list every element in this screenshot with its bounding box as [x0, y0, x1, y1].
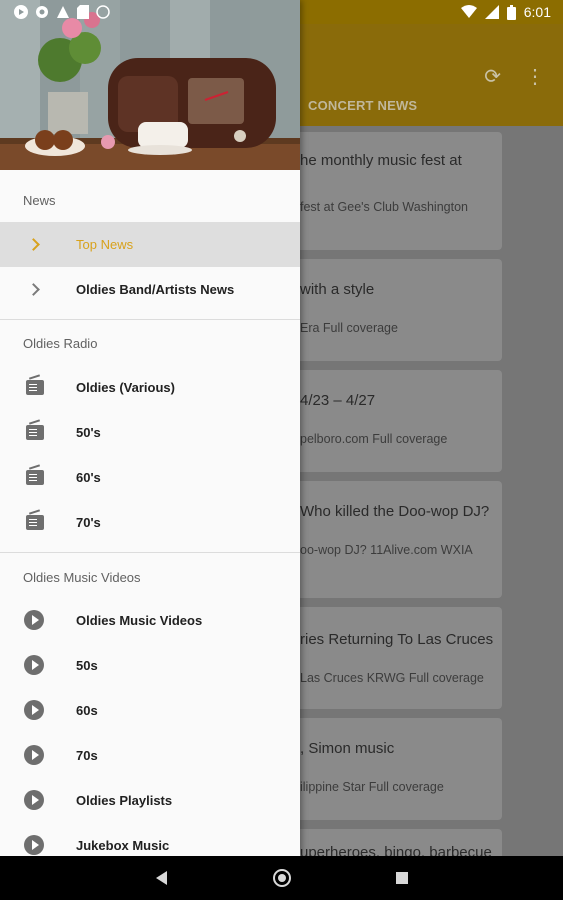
- home-icon[interactable]: [273, 869, 291, 887]
- news-card-title: 4/23 – 4/27: [300, 392, 376, 409]
- system-nav-bar: [0, 856, 563, 900]
- status-icons: 6:01: [460, 0, 551, 24]
- drawer-item-top-news[interactable]: Top News: [0, 222, 300, 267]
- play-circle-icon: [24, 790, 46, 812]
- more-vert-icon[interactable]: ⋮: [525, 64, 545, 89]
- play-circle-icon: [24, 655, 46, 677]
- drawer-item-label: 60's: [76, 470, 101, 485]
- news-card-title: Who killed the Doo-wop DJ?: [300, 503, 490, 520]
- wifi-icon: [460, 5, 477, 18]
- back-icon[interactable]: [156, 871, 167, 885]
- news-card-title: he monthly music fest at: [300, 152, 462, 169]
- radio-icon: [24, 467, 46, 489]
- drawer-item-radio-70s[interactable]: 70's: [0, 500, 300, 545]
- battery-icon: [506, 4, 516, 20]
- status-time: 6:01: [523, 4, 551, 20]
- radio-icon: [24, 512, 46, 534]
- play-circle-icon: [24, 700, 46, 722]
- drawer-item-label: Jukebox Music: [76, 838, 170, 853]
- drawer-header-image: [0, 0, 300, 170]
- news-card-title: , Simon music: [300, 740, 395, 757]
- drawer-item-videos-70s[interactable]: 70s: [0, 733, 300, 778]
- chevron-right-icon: [24, 234, 46, 256]
- drawer-item-label: 60s: [76, 703, 98, 718]
- news-card-source: oo-wop DJ? 11Alive.com WXIA: [300, 543, 473, 557]
- recents-icon[interactable]: [396, 872, 408, 884]
- circle-notification-icon: [96, 5, 110, 19]
- news-card-source: Las Cruces KRWG Full coverage: [300, 671, 484, 685]
- news-card-source: pelboro.com Full coverage: [300, 432, 448, 446]
- tab-concert-news[interactable]: CONCERT NEWS: [308, 98, 417, 113]
- sd-card-notification-icon: [77, 5, 89, 19]
- drawer-item-videos-60s[interactable]: 60s: [0, 688, 300, 733]
- play-circle-icon: [24, 835, 46, 856]
- drawer-item-oldies-music-videos[interactable]: Oldies Music Videos: [0, 598, 300, 643]
- news-card-title: ries Returning To Las Cruces: [300, 631, 494, 648]
- settings-notification-icon: [36, 6, 48, 18]
- signal-icon: [484, 5, 499, 19]
- play-circle-icon: [24, 610, 46, 632]
- news-card-title: uperheroes, bingo, barbecue: [300, 844, 492, 856]
- drawer-item-label: Oldies Music Videos: [76, 613, 203, 628]
- drawer-item-oldies-playlists[interactable]: Oldies Playlists: [0, 778, 300, 823]
- news-card-source: Era Full coverage: [300, 321, 398, 335]
- drawer-item-videos-50s[interactable]: 50s: [0, 643, 300, 688]
- drawer-item-label: 50s: [76, 658, 98, 673]
- divider: [0, 552, 300, 553]
- drawer-item-label: Oldies Playlists: [76, 793, 173, 808]
- drawer-item-label: 50's: [76, 425, 101, 440]
- section-title-oldies-music-videos: Oldies Music Videos: [23, 570, 141, 585]
- drawer-item-jukebox-music[interactable]: Jukebox Music: [0, 823, 300, 856]
- news-card-source: ilippine Star Full coverage: [300, 780, 444, 794]
- navigation-drawer: News Top News Oldies Band/Artists News O…: [0, 0, 300, 856]
- play-notification-icon: [14, 5, 28, 19]
- drawer-item-label: 70s: [76, 748, 98, 763]
- drawer-item-label: Top News: [76, 237, 134, 252]
- divider: [0, 319, 300, 320]
- news-card-title: with a style: [300, 281, 375, 298]
- drawer-item-label: Oldies Band/Artists News: [76, 282, 235, 297]
- drawer-item-label: 70's: [76, 515, 101, 530]
- alert-notification-icon: [57, 6, 69, 18]
- radio-icon: [24, 422, 46, 444]
- news-card-source: fest at Gee's Club Washington: [300, 200, 468, 214]
- section-title-news: News: [23, 193, 56, 208]
- refresh-icon[interactable]: ⟳: [484, 64, 501, 89]
- drawer-item-band-artists-news[interactable]: Oldies Band/Artists News: [0, 267, 300, 312]
- drawer-item-label: Oldies (Various): [76, 380, 175, 395]
- vintage-radio-illustration: [0, 0, 300, 170]
- section-title-oldies-radio: Oldies Radio: [23, 336, 98, 351]
- play-circle-icon: [24, 745, 46, 767]
- radio-icon: [24, 377, 46, 399]
- notification-icons: [14, 0, 110, 24]
- chevron-right-icon: [24, 279, 46, 301]
- drawer-item-radio-60s[interactable]: 60's: [0, 455, 300, 500]
- drawer-item-oldies-various[interactable]: Oldies (Various): [0, 365, 300, 410]
- drawer-item-radio-50s[interactable]: 50's: [0, 410, 300, 455]
